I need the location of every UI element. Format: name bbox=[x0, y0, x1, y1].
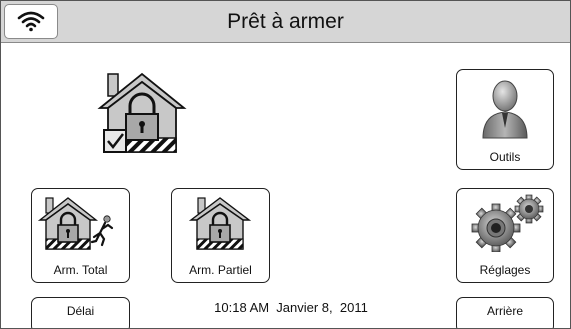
gears-icon bbox=[471, 194, 544, 252]
arriere-button[interactable]: Arrière bbox=[456, 297, 554, 328]
outils-button[interactable]: Outils bbox=[456, 69, 554, 170]
arm-total-button[interactable]: Arm. Total bbox=[31, 188, 130, 283]
outils-label: Outils bbox=[489, 150, 521, 164]
page-title: Prêt à armer bbox=[227, 10, 344, 33]
reglages-label: Réglages bbox=[479, 263, 531, 277]
house-locked-away-icon bbox=[38, 197, 114, 250]
arm-partiel-button[interactable]: Arm. Partiel bbox=[171, 188, 270, 283]
arriere-label: Arrière bbox=[486, 304, 523, 318]
user-profile-icon bbox=[482, 80, 528, 139]
house-locked-icon bbox=[189, 197, 251, 250]
delai-label: Délai bbox=[66, 304, 95, 318]
date-time-display: 10:18 AM Janvier 8, 2011 bbox=[214, 300, 368, 315]
arm-total-label: Arm. Total bbox=[53, 263, 108, 277]
alarm-panel-screen: Prêt à armer Outils Arm. Total Arm. Part… bbox=[0, 0, 571, 329]
wifi-icon bbox=[17, 11, 45, 32]
delai-button[interactable]: Délai bbox=[31, 297, 130, 328]
arm-partiel-label: Arm. Partiel bbox=[189, 263, 252, 277]
house-locked-checked-icon bbox=[97, 72, 187, 153]
header-bar: Prêt à armer bbox=[1, 1, 570, 43]
reglages-button[interactable]: Réglages bbox=[456, 188, 554, 283]
wifi-button[interactable] bbox=[4, 4, 58, 39]
